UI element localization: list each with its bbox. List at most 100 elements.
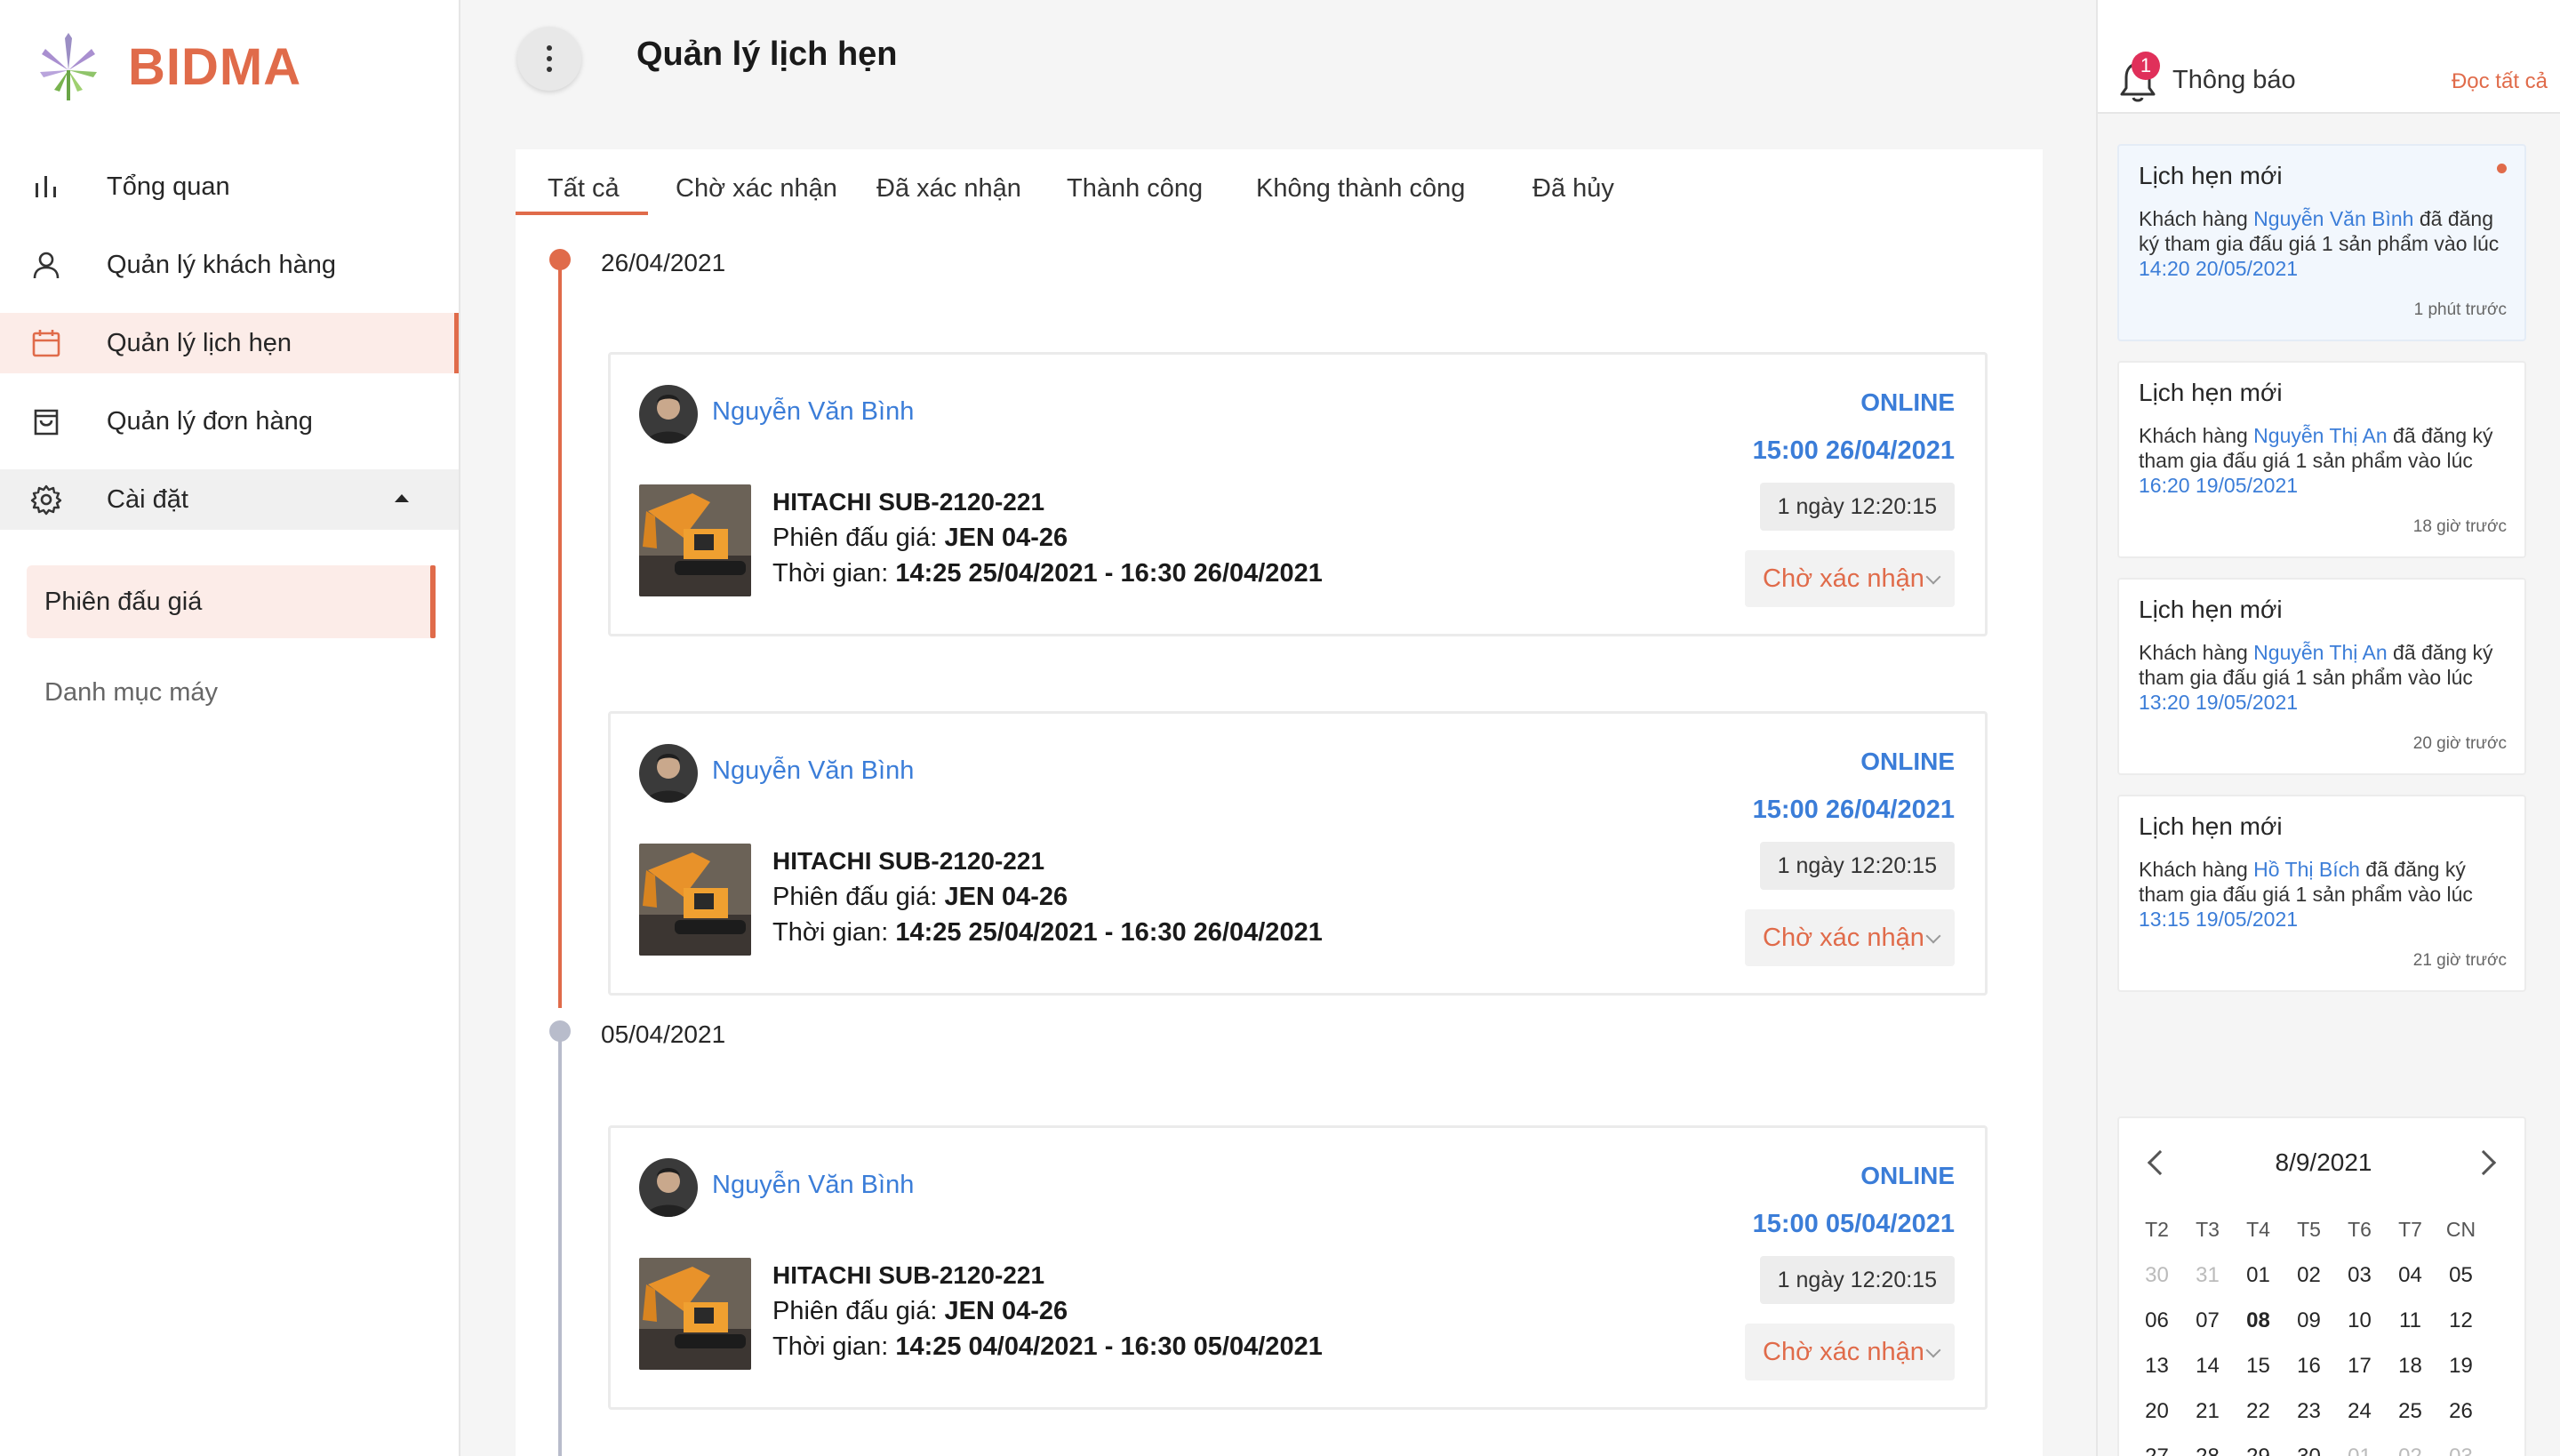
sub-item-auction-sessions[interactable]: Phiên đấu giá [27,565,436,638]
value: 14:25 04/04/2021 - 16:30 05/04/2021 [895,1332,1323,1361]
label: Thời gian: [772,559,896,588]
tab-all[interactable]: Tất cả [516,149,648,215]
notification-ago: 21 giờ trước [2412,951,2507,970]
calendar-day[interactable]: 31 [2182,1252,2233,1298]
caret-up-icon [395,494,409,502]
calendar-day[interactable]: 04 [2385,1252,2436,1298]
appointment-card[interactable]: Nguyễn Văn Bình ONLINE 15:00 26/04/2021 … [608,711,1988,996]
weekday-label: T2 [2145,1218,2169,1241]
calendar-day[interactable]: 07 [2182,1298,2233,1343]
appointment-card[interactable]: Nguyễn Văn Bình ONLINE 15:00 05/04/2021 … [608,1125,1988,1410]
calendar-day[interactable]: 03 [2334,1252,2385,1298]
calendar-day[interactable]: 02 [2385,1434,2436,1456]
calendar-day[interactable]: 03 [2436,1434,2486,1456]
sub-item-label: Phiên đấu giá [44,587,203,616]
tab-success[interactable]: Thành công [1067,149,1203,215]
value: JEN 04-26 [944,883,1068,911]
notification-card[interactable]: Lịch hẹn mới Khách hàng Nguyễn Thị An đã … [2117,578,2526,775]
auction-period: Thời gian: 14:25 25/04/2021 - 16:30 26/0… [772,559,1323,588]
gear-icon [28,482,64,517]
calendar-day[interactable]: 13 [2132,1343,2182,1388]
calendar-day[interactable]: 30 [2284,1434,2334,1456]
sub-item-label: Danh mục máy [44,677,219,707]
tab-confirmed[interactable]: Đã xác nhận [876,149,1021,215]
calendar-day[interactable]: 14 [2182,1343,2233,1388]
notification-body: Khách hàng Nguyễn Thị An đã đăng ký tham… [2139,423,2512,498]
nav-item-overview[interactable]: Tổng quan [0,156,459,217]
customer-name-link[interactable]: Nguyễn Thị An [2253,424,2387,447]
calendar-day[interactable]: 16 [2284,1343,2334,1388]
calendar-day[interactable]: 20 [2132,1388,2182,1434]
sub-item-machine-catalog[interactable]: Danh mục máy [27,656,436,729]
customer-name-link[interactable]: Nguyễn Văn Bình [712,756,914,786]
calendar-day[interactable]: 17 [2334,1343,2385,1388]
notification-ago: 18 giờ trước [2412,517,2507,536]
nav-item-appointments[interactable]: Quản lý lịch hẹn [0,313,459,373]
calendar-day[interactable]: 12 [2436,1298,2486,1343]
weekday-label: CN [2445,1218,2476,1241]
notification-ago: 1 phút trước [2413,300,2507,319]
calendar-day[interactable]: 06 [2132,1298,2182,1343]
calendar-day[interactable]: 19 [2436,1343,2486,1388]
status-dropdown[interactable]: Chờ xác nhận [1745,1324,1955,1380]
calendar-day[interactable]: 23 [2284,1388,2334,1434]
appointment-time: 15:00 05/04/2021 [1752,1210,1955,1238]
product-name: HITACHI SUB-2120-221 [772,847,1045,875]
notification-card[interactable]: Lịch hẹn mới Khách hàng Hồ Thị Bích đã đă… [2117,795,2526,992]
product-name: HITACHI SUB-2120-221 [772,1261,1045,1289]
unread-dot [2497,164,2507,173]
calendar-day[interactable]: 28 [2182,1434,2233,1456]
page-title: Quản lý lịch hẹn [636,36,898,73]
calendar-day[interactable]: 15 [2233,1343,2284,1388]
calendar-day[interactable]: 22 [2233,1388,2284,1434]
calendar-day[interactable]: 11 [2385,1298,2436,1343]
calendar-day[interactable]: 27 [2132,1434,2182,1456]
customer-name-link[interactable]: Nguyễn Văn Bình [2253,207,2413,230]
notification-card[interactable]: Lịch hẹn mới Khách hàng Nguyễn Văn Bình đ… [2117,144,2526,341]
status-dropdown[interactable]: Chờ xác nhận [1745,909,1955,966]
calendar-day[interactable]: 02 [2284,1252,2334,1298]
shopping-bag-icon [28,404,64,439]
timeline-dot-active [549,249,571,270]
tab-cancelled[interactable]: Đã hủy [1532,149,1614,215]
timeline-line [558,1033,562,1456]
nav-item-customers[interactable]: Quản lý khách hàng [0,235,459,295]
tab-pending[interactable]: Chờ xác nhận [676,149,837,215]
calendar-day[interactable]: 29 [2233,1434,2284,1456]
read-all-link[interactable]: Đọc tất cả [2452,69,2548,94]
calendar-day[interactable]: 08 [2233,1298,2284,1343]
notification-text: Khách hàng [2139,424,2254,447]
notification-card[interactable]: Lịch hẹn mới Khách hàng Nguyễn Thị An đã … [2117,361,2526,558]
notification-text: Khách hàng [2139,858,2254,881]
customer-name-link[interactable]: Nguyễn Văn Bình [712,1171,914,1200]
more-menu-button[interactable] [517,27,581,91]
nav-item-settings[interactable]: Cài đặt [0,469,459,530]
calendar-day[interactable]: 18 [2385,1343,2436,1388]
calendar-day[interactable]: 24 [2334,1388,2385,1434]
status-dropdown[interactable]: Chờ xác nhận [1745,550,1955,607]
customer-name-link[interactable]: Hồ Thị Bích [2253,858,2360,881]
label: Phiên đấu giá: [772,524,945,552]
nav-label: Tổng quan [107,172,230,201]
nav-label: Quản lý đơn hàng [107,406,313,436]
calendar-day[interactable]: 30 [2132,1252,2182,1298]
calendar-day[interactable]: 09 [2284,1298,2334,1343]
calendar-day[interactable]: 10 [2334,1298,2385,1343]
value: JEN 04-26 [944,1297,1068,1325]
calendar-day[interactable]: 21 [2182,1388,2233,1434]
calendar-day[interactable]: 01 [2233,1252,2284,1298]
customer-name-link[interactable]: Nguyễn Văn Bình [712,397,914,427]
notifications-panel: 1 Thông báo Đọc tất cả Lịch hẹn mới Khách… [2096,0,2560,1456]
calendar-day[interactable]: 26 [2436,1388,2486,1434]
tab-failed[interactable]: Không thành công [1256,149,1465,215]
nav-item-orders[interactable]: Quản lý đơn hàng [0,391,459,452]
calendar-week-row: 13 14 15 16 17 18 19 [2132,1343,2516,1388]
brand-logo[interactable]: BIDMA [36,27,301,107]
calendar-weekday-row: T2 T3 T4 T5 T6 T7 CN [2132,1207,2516,1252]
calendar-day[interactable]: 01 [2334,1434,2385,1456]
customer-name-link[interactable]: Nguyễn Thị An [2253,641,2387,664]
calendar-day[interactable]: 05 [2436,1252,2486,1298]
appointment-card[interactable]: Nguyễn Văn Bình ONLINE 15:00 26/04/2021 … [608,352,1988,636]
chevron-down-icon [1925,928,1941,944]
calendar-day[interactable]: 25 [2385,1388,2436,1434]
